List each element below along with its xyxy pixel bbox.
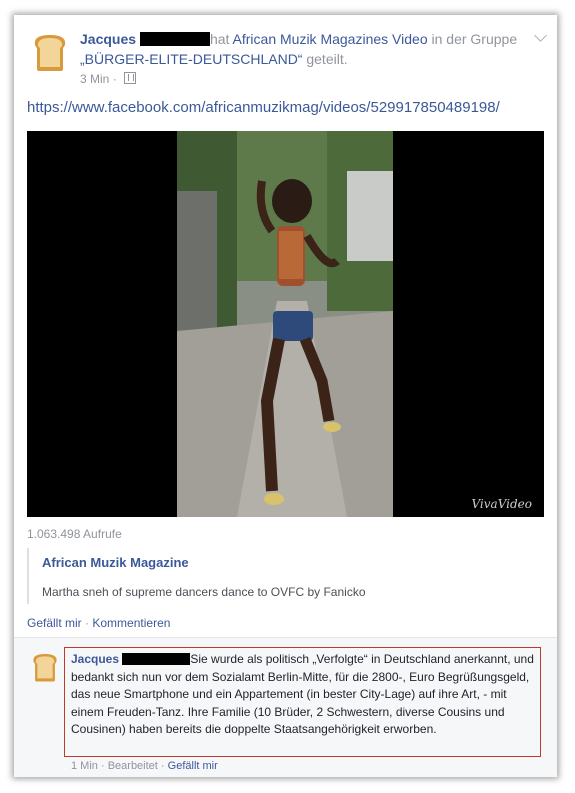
comment-redacted-name: [122, 653, 191, 665]
video-watermark: VivaVideo: [471, 497, 532, 511]
video-frame: [177, 131, 393, 517]
post-card: Jacques hat African Muzik Magazines Vide…: [14, 15, 557, 777]
chevron-down-icon[interactable]: [534, 29, 547, 42]
redacted-name: [139, 32, 210, 46]
toast-avatar[interactable]: [29, 31, 71, 73]
group-link[interactable]: „BÜRGER-ELITE-DEUTSCHLAND“: [80, 51, 302, 67]
view-count: 1.063.498 Aufrufe: [27, 527, 122, 541]
comment-edited-label[interactable]: Bearbeitet: [108, 760, 158, 772]
meta-separator: ·: [112, 72, 117, 86]
comment-separator-1: ·: [100, 760, 105, 772]
comment-highlight-box: Jacques Sie wurde als politisch „Verfolg…: [64, 647, 541, 757]
group-icon: [124, 72, 137, 84]
attachment-box[interactable]: African Muzik Magazine Martha sneh of su…: [27, 548, 546, 604]
group-suffix: geteilt.: [306, 51, 348, 67]
comment-button[interactable]: Kommentieren: [92, 616, 170, 630]
video-url-link[interactable]: https://www.facebook.com/africanmuzikmag…: [27, 99, 500, 116]
comment-separator-2: ·: [160, 760, 165, 772]
comment-author-link[interactable]: Jacques: [71, 652, 119, 666]
post-actions: Gefällt mir · Kommentieren: [27, 616, 170, 630]
comment-meta: 1 Min · Bearbeitet · Gefällt mir: [71, 760, 218, 772]
like-button[interactable]: Gefällt mir: [27, 616, 82, 630]
group-prefix: in der Gruppe: [431, 31, 518, 47]
comment-body: Jacques Sie wurde als politisch „Verfolg…: [71, 651, 535, 739]
post-header: Jacques hat African Muzik Magazines Vide…: [80, 29, 520, 69]
video-player[interactable]: VivaVideo: [27, 131, 544, 517]
shared-video-link[interactable]: s Video: [381, 31, 427, 47]
attachment-title[interactable]: African Muzik Magazine: [42, 555, 189, 570]
post-author-link[interactable]: Jacques: [80, 31, 136, 47]
attachment-description: Martha sneh of supreme dancers dance to …: [42, 585, 366, 599]
post-timestamp[interactable]: 3 Min: [80, 72, 109, 86]
comment-section: Jacques Sie wurde als politisch „Verfolg…: [14, 637, 557, 777]
post-action-text: hat: [209, 31, 230, 47]
shared-page-link[interactable]: African Muzik Magazine: [233, 31, 382, 47]
post-meta: 3 Min ·: [80, 72, 137, 86]
commenter-toast-avatar[interactable]: [29, 651, 61, 683]
comment-like-button[interactable]: Gefällt mir: [168, 760, 218, 772]
action-separator: ·: [85, 616, 90, 630]
comment-timestamp[interactable]: 1 Min: [71, 760, 98, 772]
